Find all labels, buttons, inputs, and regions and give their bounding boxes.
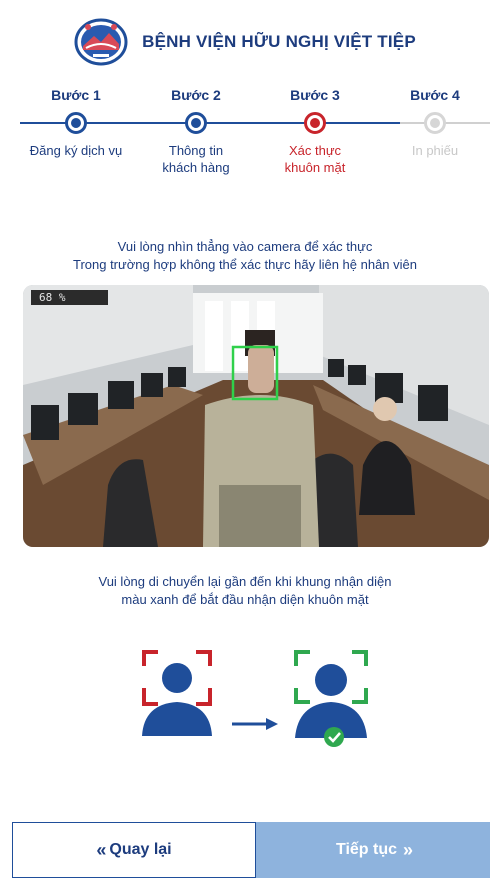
hospital-name: BỆNH VIỆN HỮU NGHỊ VIỆT TIỆP <box>142 32 416 51</box>
double-chevron-right-icon: » <box>403 839 413 860</box>
back-button-label: Quay lại <box>109 841 172 858</box>
step-2-label: Thông tin khách hàng <box>141 142 251 176</box>
step-3-dot-icon <box>304 112 326 134</box>
hospital-logo-icon <box>74 18 128 66</box>
double-chevron-left-icon: « <box>96 839 106 860</box>
camera-instruction-line1: Vui lòng nhìn thẳng vào camera để xác th… <box>117 239 373 254</box>
step-3-label: Xác thực khuôn mặt <box>260 142 370 176</box>
step-3-label-line2: khuôn mặt <box>284 160 346 175</box>
app-header: BỆNH VIỆN HỮU NGHỊ VIỆT TIỆP <box>0 14 490 70</box>
camera-instruction-line2: Trong trường hợp không thể xác thực hãy … <box>72 257 417 272</box>
bottom-navigation: « Quay lại Tiếp tục » <box>12 822 490 878</box>
face-confidence-readout: 68 % <box>31 290 108 305</box>
step-1-label: Đăng ký dịch vụ <box>21 142 131 159</box>
step-4-title: Bước 4 <box>410 87 460 103</box>
camera-feed: 68 % <box>23 285 489 547</box>
face-frame-red-icon <box>142 650 212 736</box>
step-1-label-line1: Đăng ký dịch vụ <box>29 143 123 158</box>
camera-scene <box>23 285 489 547</box>
step-1-title: Bước 1 <box>51 87 101 103</box>
step-4-label: In phiếu <box>380 142 490 159</box>
arrow-right-icon <box>232 718 278 730</box>
step-3-label-line1: Xác thực <box>288 143 342 158</box>
positioning-instruction-line2: màu xanh để bắt đầu nhận diện khuôn mặt <box>121 592 369 607</box>
positioning-instruction: Vui lòng di chuyển lại gần đến khi khung… <box>0 573 490 609</box>
step-4: Bước 4 In phiếu <box>380 86 490 159</box>
step-1-dot-icon <box>65 112 87 134</box>
step-2: Bước 2 Thông tin khách hàng <box>141 86 251 176</box>
next-button-label: Tiếp tục <box>335 841 398 858</box>
step-2-label-line2: khách hàng <box>162 160 230 175</box>
camera-instruction: Vui lòng nhìn thẳng vào camera để xác th… <box>0 238 490 274</box>
step-3-title: Bước 3 <box>290 87 340 103</box>
check-circle-icon <box>324 727 344 747</box>
back-button[interactable]: « Quay lại <box>12 822 256 878</box>
progress-stepper: Bước 1 Đăng ký dịch vụ Bước 2 Thông tin … <box>0 86 490 186</box>
step-2-dot-icon <box>185 112 207 134</box>
step-4-label-line1: In phiếu <box>411 143 459 158</box>
next-button[interactable]: Tiếp tục » <box>256 822 490 878</box>
step-3: Bước 3 Xác thực khuôn mặt <box>260 86 370 176</box>
face-frame-green-icon <box>294 650 368 747</box>
step-4-dot-icon <box>424 112 446 134</box>
positioning-instruction-line1: Vui lòng di chuyển lại gần đến khi khung… <box>98 574 392 589</box>
step-2-label-line1: Thông tin <box>168 143 224 158</box>
step-1: Bước 1 Đăng ký dịch vụ <box>21 86 131 159</box>
step-2-title: Bước 2 <box>171 87 221 103</box>
face-distance-illustration <box>142 650 368 747</box>
